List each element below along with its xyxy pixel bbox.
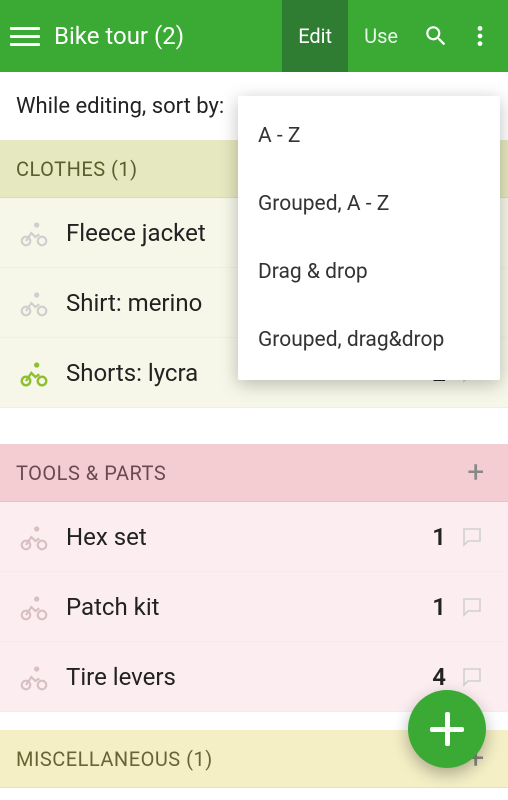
section-title: MISCELLANEOUS (1) [16, 747, 213, 771]
tab-use[interactable]: Use [348, 0, 414, 72]
section-title: TOOLS & PARTS [16, 461, 166, 485]
menu-icon[interactable] [10, 21, 40, 51]
search-icon[interactable] [414, 0, 458, 72]
mode-tabs: Edit Use [282, 0, 414, 72]
list-item[interactable]: Hex set 1 [0, 502, 508, 572]
section-add-icon[interactable]: + [454, 444, 498, 501]
section-title: CLOTHES (1) [16, 157, 138, 181]
item-qty: 1 [406, 523, 446, 551]
add-fab[interactable] [408, 690, 486, 768]
more-icon[interactable] [458, 0, 502, 72]
tab-edit[interactable]: Edit [282, 0, 348, 72]
cyclist-icon [16, 519, 52, 555]
app-root: Bike tour (2) Edit Use While editing, so… [0, 0, 508, 800]
section-header-tools[interactable]: TOOLS & PARTS + [0, 444, 508, 502]
cyclist-icon [16, 285, 52, 321]
comment-icon[interactable] [452, 665, 492, 689]
cyclist-icon [16, 215, 52, 251]
sort-option-dragdrop[interactable]: Drag & drop [238, 238, 500, 306]
cyclist-icon [16, 589, 52, 625]
cyclist-icon [16, 355, 52, 391]
list-item[interactable]: Patch kit 1 [0, 572, 508, 642]
comment-icon[interactable] [452, 595, 492, 619]
item-label: Patch kit [66, 593, 406, 621]
app-header: Bike tour (2) Edit Use [0, 0, 508, 72]
item-label: Hex set [66, 523, 406, 551]
cyclist-icon [16, 659, 52, 695]
sort-by-label: While editing, sort by: [16, 94, 224, 119]
sort-option-grouped-dragdrop[interactable]: Grouped, drag&drop [238, 306, 500, 374]
item-qty: 4 [406, 663, 446, 691]
sort-option-az[interactable]: A - Z [238, 102, 500, 170]
page-title: Bike tour (2) [54, 22, 184, 50]
sort-option-grouped-az[interactable]: Grouped, A - Z [238, 170, 500, 238]
item-label: Tire levers [66, 663, 406, 691]
comment-icon[interactable] [452, 525, 492, 549]
item-qty: 1 [406, 593, 446, 621]
sort-dropdown: A - Z Grouped, A - Z Drag & drop Grouped… [238, 96, 500, 380]
